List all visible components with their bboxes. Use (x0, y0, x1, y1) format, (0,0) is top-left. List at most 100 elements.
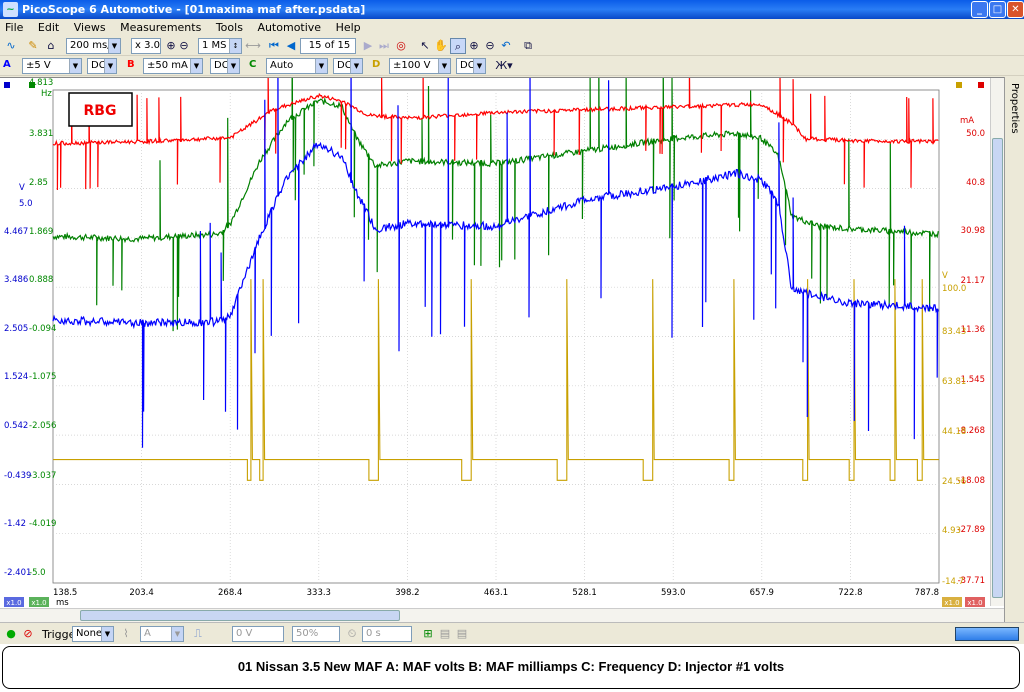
menu-file[interactable]: File (0, 19, 29, 34)
trigger-level-field[interactable]: 0 V (232, 626, 284, 642)
chevron-down-icon: ▼ (171, 627, 183, 641)
properties-label: Properties (1009, 83, 1020, 134)
trigger-mode-select[interactable]: None ▼ (72, 626, 114, 642)
chevron-down-icon: ▼ (350, 59, 362, 73)
channel-a-coupling[interactable]: DC ▼ (87, 58, 117, 74)
chevron-down-icon: ▼ (190, 59, 202, 73)
close-button[interactable]: ✕ (1007, 1, 1024, 18)
channel-c-label[interactable]: C (249, 59, 256, 70)
caption-area: 01 Nissan 3.5 New MAF A: MAF volts B: MA… (0, 644, 1024, 692)
menu-edit[interactable]: Edit (33, 19, 65, 34)
zoom-in-icon[interactable]: ⊕ (466, 38, 482, 54)
zoom-tool-icon[interactable]: ⌕ (450, 38, 466, 54)
axis-a-tick-label: 2.505 (4, 324, 28, 334)
scale-a-badge: x1.0 (6, 599, 21, 607)
first-buffer-icon[interactable]: ⏮ (266, 38, 282, 54)
trigger-settings-icon[interactable]: ⌇ (118, 626, 134, 642)
zoom-overview-icon[interactable]: ⧉ (520, 38, 536, 54)
picoscope-window: ~ PicoScope 6 Automotive - [01maxima maf… (0, 0, 1024, 644)
zoom-out-icon[interactable]: ⊖ (482, 38, 498, 54)
next-buffer-icon[interactable]: ▶ (360, 38, 376, 54)
channel-b-label[interactable]: B (127, 59, 135, 70)
buffer-field[interactable]: 15 of 15 (300, 38, 356, 54)
menu-measurements[interactable]: Measurements (115, 19, 207, 34)
axis-d-tick-label: 83.43 (942, 327, 966, 337)
axis-c-tick-label: 0.888 (29, 275, 53, 285)
menu-tools[interactable]: Tools (211, 19, 249, 34)
scale-b-badge: x1.0 (967, 599, 982, 607)
properties-panel-tab[interactable]: Properties (1004, 77, 1024, 622)
axis-d-tick-label: -14.7 (942, 577, 964, 587)
axis-a-tick-label: 1.524 (4, 372, 28, 382)
channel-d-range[interactable]: ±100 V ▼ (389, 58, 451, 74)
notes-icon[interactable]: ▤ (454, 626, 470, 642)
axis-a-tick-label: -1.42 (4, 519, 26, 529)
menu-help[interactable]: Help (331, 19, 367, 34)
scale-d-badge: x1.0 (944, 599, 959, 607)
scroll-thumb[interactable] (992, 138, 1003, 598)
samples-field[interactable]: 1 MS ↕ (198, 38, 242, 54)
axis-a-tick-label: -0.439 (4, 471, 31, 481)
hand-icon[interactable]: ✋ (433, 38, 449, 54)
zoom-minus-icon[interactable]: ⊖ (176, 38, 192, 54)
vertical-scrollbar[interactable] (990, 78, 1004, 606)
channel-d-label[interactable]: D (372, 59, 380, 70)
x-tick-label: 787.8 (915, 588, 939, 598)
stop-icon[interactable]: ⊘ (20, 626, 36, 642)
channel-b-coupling[interactable]: DC ▼ (210, 58, 240, 74)
compass-icon[interactable]: ◎ (393, 38, 409, 54)
axis-a-top-label: 5.0 (19, 199, 33, 209)
channel-b-marker (978, 82, 984, 88)
auto-setup-icon[interactable]: ⟷ (245, 38, 261, 54)
channel-b-range[interactable]: ±50 mA ▼ (143, 58, 203, 74)
undo-zoom-icon[interactable]: ↶ (498, 38, 514, 54)
add-ruler-icon[interactable]: ⊞ (420, 626, 436, 642)
axis-d-tick-label: 24.56 (942, 477, 966, 487)
scale-c-badge: x1.0 (31, 599, 46, 607)
x-tick-label: 657.9 (750, 588, 774, 598)
zoom-field[interactable]: x 3.08 (131, 38, 161, 54)
menu-bar: File Edit Views Measurements Tools Autom… (0, 19, 1024, 36)
last-buffer-icon[interactable]: ⏭ (376, 38, 392, 54)
chevron-down-icon: ▼ (438, 59, 450, 73)
axis-a-unit: V (19, 183, 25, 193)
horizontal-scrollbar[interactable] (0, 608, 1004, 622)
menu-views[interactable]: Views (69, 19, 112, 34)
ruler-icon[interactable]: ▤ (437, 626, 453, 642)
probe-icon[interactable]: ✎ (25, 38, 41, 54)
axis-a-tick-label: -2.401 (4, 568, 31, 578)
x-tick-label: 722.8 (838, 588, 862, 598)
x-tick-label: 333.3 (307, 588, 331, 598)
scope-view[interactable]: 4.467 3.486 2.505 1.524 0.542 -0.439 -1.42 -2.4… (0, 17, 1004, 608)
pretrigger-field[interactable]: 50% (292, 626, 340, 642)
axis-c-tick-label: 1.869 (29, 227, 53, 237)
scope-mode-icon[interactable]: ∿ (3, 38, 19, 54)
math-channels-icon[interactable]: Ж▾ (492, 58, 516, 74)
channel-d-coupling[interactable]: DC ▼ (456, 58, 486, 74)
minimize-button[interactable]: _ (971, 1, 988, 18)
trigger-channel-select[interactable]: A ▼ (140, 626, 184, 642)
delay-icon[interactable]: ⏲ (344, 626, 360, 642)
channel-a-range[interactable]: ±5 V ▼ (22, 58, 82, 74)
timebase-select[interactable]: 200 ms/div ▼ (66, 38, 121, 54)
menu-automotive[interactable]: Automotive (252, 19, 327, 34)
window-title: PicoScope 6 Automotive - [01maxima maf a… (22, 3, 366, 16)
chevron-down-icon: ▼ (473, 59, 485, 73)
channel-c-marker (29, 82, 35, 88)
rising-edge-icon[interactable]: ⎍ (190, 626, 206, 642)
axis-b-tick-label: 30.98 (961, 226, 985, 236)
axis-b-tick-label: 40.8 (966, 178, 985, 188)
axis-d-tick-label: 100.0 (942, 284, 966, 294)
maximize-button[interactable]: □ (989, 1, 1006, 18)
main-toolbar: ∿ ✎ ⌂ 200 ms/div▼ x 3.08 ⊕ ⊖ 1 MS↕ ⟷ ⏮ ◀… (0, 36, 1024, 56)
channel-a-label[interactable]: A (3, 59, 11, 70)
caption: 01 Nissan 3.5 New MAF A: MAF volts B: MA… (2, 646, 1020, 689)
run-icon[interactable]: ● (3, 626, 19, 642)
home-icon[interactable]: ⌂ (43, 38, 59, 54)
pointer-icon[interactable]: ↖ (417, 38, 433, 54)
previous-buffer-icon[interactable]: ◀ (283, 38, 299, 54)
scroll-thumb[interactable] (80, 610, 400, 621)
channel-c-range[interactable]: Auto ▼ (266, 58, 328, 74)
trigger-delay-field[interactable]: 0 s (362, 626, 412, 642)
channel-c-coupling[interactable]: DC ▼ (333, 58, 363, 74)
